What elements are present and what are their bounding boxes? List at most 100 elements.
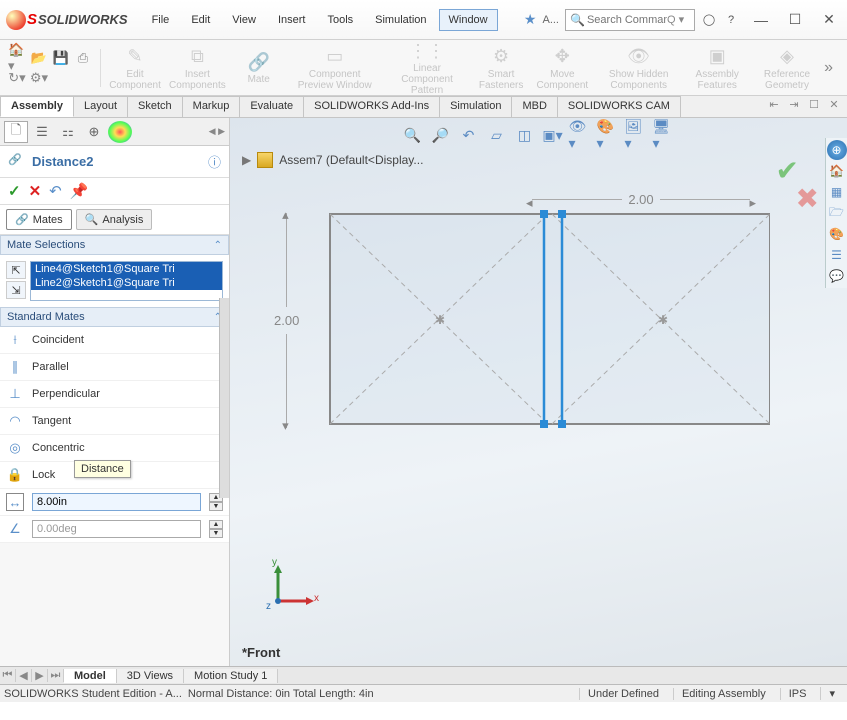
dimxpert-manager-tab-icon[interactable]: ⊕ [82,121,106,143]
property-manager-tab-icon[interactable]: ☰ [30,121,54,143]
tab-nav-next[interactable]: ▶ [32,669,48,682]
edit-appearance-icon[interactable]: 🎨▾ [597,124,621,146]
forum-icon[interactable]: 💬 [827,266,847,286]
hide-show-icon[interactable]: 👁▾ [569,124,593,146]
mate-lock[interactable]: 🔒 Lock Distance [0,462,229,489]
ribbon-insert-components[interactable]: ⧉Insert Components [165,43,230,93]
window-maximize[interactable]: ☐ [783,8,807,32]
menu-insert[interactable]: Insert [268,9,316,31]
ribbon-smart-fasteners[interactable]: ⚙Smart Fasteners [472,43,530,93]
pm-ok-button[interactable]: ✓ [8,182,21,200]
solidworks-resources-icon[interactable]: ⊕ [827,140,847,160]
ribbon-linear-pattern[interactable]: ⋮⋮Linear Component Pattern [384,37,471,98]
display-manager-tab-icon[interactable] [108,121,132,143]
tab-addins[interactable]: SOLIDWORKS Add-Ins [303,96,440,117]
angle-input[interactable] [32,520,201,538]
bottom-tab-3dviews[interactable]: 3D Views [117,669,184,683]
view-orientation-icon[interactable]: ◫ [513,124,537,146]
search-dropdown-icon[interactable]: Q ▾ [667,13,684,26]
new-doc-icon[interactable]: 🏠▾ [8,49,26,67]
tab-assembly[interactable]: Assembly [0,96,74,117]
tab-mbd[interactable]: MBD [511,96,557,117]
panel-collapse-icon[interactable]: ⇤ [767,98,781,115]
tab-layout[interactable]: Layout [73,96,128,117]
selection-list[interactable]: Line4@Sketch1@Square Tri Line2@Sketch1@S… [30,261,223,301]
tab-nav-first[interactable]: ⏮ [0,669,16,682]
menu-file[interactable]: File [142,9,180,31]
ribbon-edit-component[interactable]: ✎Edit Component [107,43,163,93]
selection-filter-icon-1[interactable]: ⇱ [6,261,26,279]
bottom-tab-motion[interactable]: Motion Study 1 [184,669,278,683]
bottom-tab-model[interactable]: Model [64,669,117,683]
pm-help-icon[interactable]: ⓘ [208,152,221,171]
previous-view-icon[interactable]: ↶ [457,124,481,146]
menu-edit[interactable]: Edit [181,9,220,31]
ribbon-component-preview[interactable]: ▭Component Preview Window [288,43,382,93]
status-extra-icon[interactable]: ▾ [820,687,843,700]
pm-tab-analysis[interactable]: 🔍Analysis [76,209,153,230]
menu-window[interactable]: Window [439,9,498,31]
pm-undo-button[interactable]: ↶ [49,182,62,200]
ribbon-overflow-icon[interactable]: » [824,59,839,77]
apply-scene-icon[interactable]: 🖼▾ [625,124,649,146]
mate-tangent[interactable]: ◠Tangent [0,408,229,435]
window-close[interactable]: ✕ [817,8,841,32]
zoom-fit-icon[interactable]: 🔍 [401,124,425,146]
options-icon[interactable]: ⚙▾ [30,69,48,87]
view-palette-icon[interactable]: 🗁 [827,203,847,223]
tab-nav-last[interactable]: ⏭ [48,669,64,682]
panel-expand-icon[interactable]: ⇥ [787,98,801,115]
mate-parallel[interactable]: ∥Parallel [0,354,229,381]
breadcrumb[interactable]: ▶ Assem7 (Default<Display... [242,152,423,168]
tab-sketch[interactable]: Sketch [127,96,183,117]
menu-view[interactable]: View [222,9,266,31]
dimension-width[interactable]: ◂ 2.00 ▸ [532,192,750,207]
tab-cam[interactable]: SOLIDWORKS CAM [557,96,681,117]
tab-nav-prev[interactable]: ◀ [16,669,32,682]
save-icon[interactable]: 💾 [52,49,70,67]
print-icon[interactable]: ⎙ [74,49,92,67]
custom-properties-icon[interactable]: ☰ [827,245,847,265]
graphics-viewport[interactable]: 🔍 🔎 ↶ ▱ ◫ ▣▾ 👁▾ 🎨▾ 🖼▾ 🖥▾ ▶ Assem7 (Defau… [230,118,847,666]
pm-cancel-button[interactable]: ✕ [29,182,42,200]
display-style-icon[interactable]: ▣▾ [541,124,565,146]
tab-simulation[interactable]: Simulation [439,96,512,117]
dimension-height[interactable]: ▴ 2.00 ▾ [274,213,299,428]
menu-tools[interactable]: Tools [317,9,363,31]
feature-manager-tab-icon[interactable]: 🗋 [4,121,28,143]
help-icon[interactable]: ? [723,12,739,28]
ribbon-assembly-features[interactable]: ▣Assembly Features [685,43,750,93]
command-search[interactable]: 🔍 Q ▾ [565,9,695,31]
login-icon[interactable]: ◯ [701,12,717,28]
rebuild-icon[interactable]: ↻▾ [8,69,26,87]
design-library-icon[interactable]: 🏠 [827,161,847,181]
panel-close-icon[interactable]: ✕ [827,98,841,115]
configuration-manager-tab-icon[interactable]: ⚏ [56,121,80,143]
manager-tabs-nav[interactable]: ◀ ▶ [209,126,225,137]
search-input[interactable] [587,14,667,26]
tab-evaluate[interactable]: Evaluate [239,96,304,117]
appearances-icon[interactable]: 🎨 [827,224,847,244]
selection-filter-icon-2[interactable]: ⇲ [6,281,26,299]
selection-item[interactable]: Line2@Sketch1@Square Tri [31,276,222,290]
mate-concentric[interactable]: ◎Concentric [0,435,229,462]
section-view-icon[interactable]: ▱ [485,124,509,146]
confirm-cancel-icon[interactable]: ✖ [796,182,819,215]
view-settings-icon[interactable]: 🖥▾ [653,124,677,146]
window-minimize[interactable]: — [749,8,773,32]
pm-tab-mates[interactable]: 🔗Mates [6,209,72,230]
status-units[interactable]: IPS [780,688,815,700]
ribbon-show-hidden[interactable]: 👁Show Hidden Components [595,43,683,93]
star-icon[interactable]: ★ [524,11,537,28]
ribbon-mate[interactable]: 🔗Mate [232,48,286,87]
view-triad[interactable]: y x z [260,563,320,616]
zoom-area-icon[interactable]: 🔎 [429,124,453,146]
section-header-selections[interactable]: Mate Selections⌃ [0,235,229,255]
file-explorer-icon[interactable]: ▦ [827,182,847,202]
mate-perpendicular[interactable]: ⊥Perpendicular [0,381,229,408]
tab-markup[interactable]: Markup [182,96,241,117]
ribbon-reference-geometry[interactable]: ◈Reference Geometry [752,43,822,93]
ribbon-move-component[interactable]: ✥Move Component [532,43,593,93]
panel-scrollbar[interactable] [219,298,229,498]
open-icon[interactable]: 📂 [30,49,48,67]
